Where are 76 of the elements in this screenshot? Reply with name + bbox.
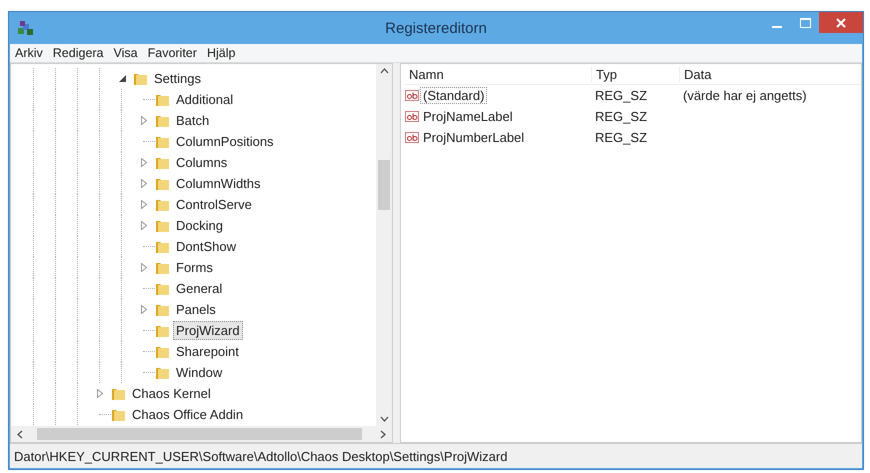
folder-icon — [155, 176, 170, 191]
expand-icon[interactable] — [97, 389, 103, 398]
scroll-thumb[interactable] — [378, 160, 390, 210]
tree-item[interactable]: DontShow — [173, 237, 239, 256]
registry-cubes-icon — [17, 20, 35, 36]
value-name[interactable]: ProjNumberLabel — [420, 129, 528, 146]
tree-item[interactable]: Window — [173, 363, 226, 382]
table-cell-text: REG_SZ — [594, 109, 648, 124]
folder-icon — [155, 281, 170, 296]
close-button[interactable] — [819, 12, 863, 33]
menu-item[interactable]: Favoriter — [142, 46, 202, 60]
folder-icon — [111, 407, 126, 422]
column-header[interactable]: Data — [679, 66, 849, 82]
folder-icon — [155, 197, 170, 212]
tree-item[interactable]: General — [173, 279, 226, 298]
tree-item[interactable]: ColumnWidths — [173, 174, 264, 193]
tree-item[interactable]: Batch — [173, 111, 212, 130]
tree-item[interactable]: Forms — [173, 258, 216, 277]
tree-item[interactable]: Columns — [173, 153, 230, 172]
scroll-left-icon[interactable] — [17, 430, 23, 438]
menu-item[interactable]: Hjälp — [202, 46, 240, 60]
expand-icon[interactable] — [141, 116, 147, 125]
tree-item[interactable]: Sharepoint — [173, 342, 242, 361]
close-icon — [836, 18, 846, 28]
tree-item[interactable]: ColumnPositions — [173, 132, 277, 151]
folder-icon — [155, 155, 170, 170]
folder-icon — [155, 134, 170, 149]
folder-icon — [155, 365, 170, 380]
expand-icon[interactable] — [141, 158, 147, 167]
expand-icon[interactable] — [141, 200, 147, 209]
expand-icon[interactable] — [141, 179, 147, 188]
column-header[interactable]: Namn — [405, 66, 591, 82]
folder-icon — [155, 260, 170, 275]
folder-icon — [155, 323, 170, 338]
tree-item[interactable]: Additional — [173, 90, 236, 109]
menu-item[interactable]: Arkiv — [10, 46, 48, 60]
minimize-icon — [772, 26, 782, 28]
folder-icon — [155, 92, 170, 107]
tree-item[interactable]: Chaos Office Addin — [129, 405, 246, 424]
folder-icon — [133, 71, 148, 86]
collapse-icon[interactable] — [118, 75, 126, 82]
expand-icon[interactable] — [141, 221, 147, 230]
folder-icon — [155, 302, 170, 317]
folder-icon — [155, 113, 170, 128]
table-cell-text: REG_SZ — [594, 88, 648, 103]
string-value-icon — [405, 131, 420, 144]
scroll-up-icon[interactable] — [380, 68, 388, 74]
scroll-thumb[interactable] — [37, 428, 362, 440]
folder-icon — [155, 239, 170, 254]
table-cell-text: (värde har ej angetts) — [682, 88, 808, 103]
value-name[interactable]: (Standard) — [420, 87, 488, 104]
table-cell-text: REG_SZ — [594, 130, 648, 145]
maximize-icon — [800, 18, 810, 28]
string-value-icon — [405, 89, 420, 102]
scroll-right-icon[interactable] — [380, 430, 386, 438]
vertical-scrollbar[interactable] — [376, 64, 392, 426]
horizontal-scrollbar[interactable] — [11, 426, 392, 442]
value-name[interactable]: ProjNameLabel — [420, 108, 516, 125]
expand-icon[interactable] — [141, 263, 147, 272]
tree-item[interactable]: ProjWizard — [173, 321, 243, 340]
scroll-down-icon[interactable] — [380, 416, 388, 422]
tree-item[interactable]: Docking — [173, 216, 226, 235]
column-header[interactable]: Typ — [591, 66, 679, 82]
tree-item[interactable]: Chaos Kernel — [129, 384, 214, 403]
menu-item[interactable]: Visa — [108, 46, 143, 60]
tree-item[interactable]: Settings — [151, 69, 204, 88]
tree-item[interactable]: Panels — [173, 300, 219, 319]
folder-icon — [111, 386, 126, 401]
menu-item[interactable]: Redigera — [48, 46, 109, 60]
folder-icon — [155, 218, 170, 233]
tree-item[interactable]: ControlServe — [173, 195, 255, 214]
window-title: Registereditorn — [385, 20, 487, 36]
folder-icon — [155, 344, 170, 359]
string-value-icon — [405, 110, 420, 123]
status-path: Dator\HKEY_CURRENT_USER\Software\Adtollo\Chaos Desktop\Settings\ProjWizard — [14, 448, 508, 464]
expand-icon[interactable] — [141, 305, 147, 314]
